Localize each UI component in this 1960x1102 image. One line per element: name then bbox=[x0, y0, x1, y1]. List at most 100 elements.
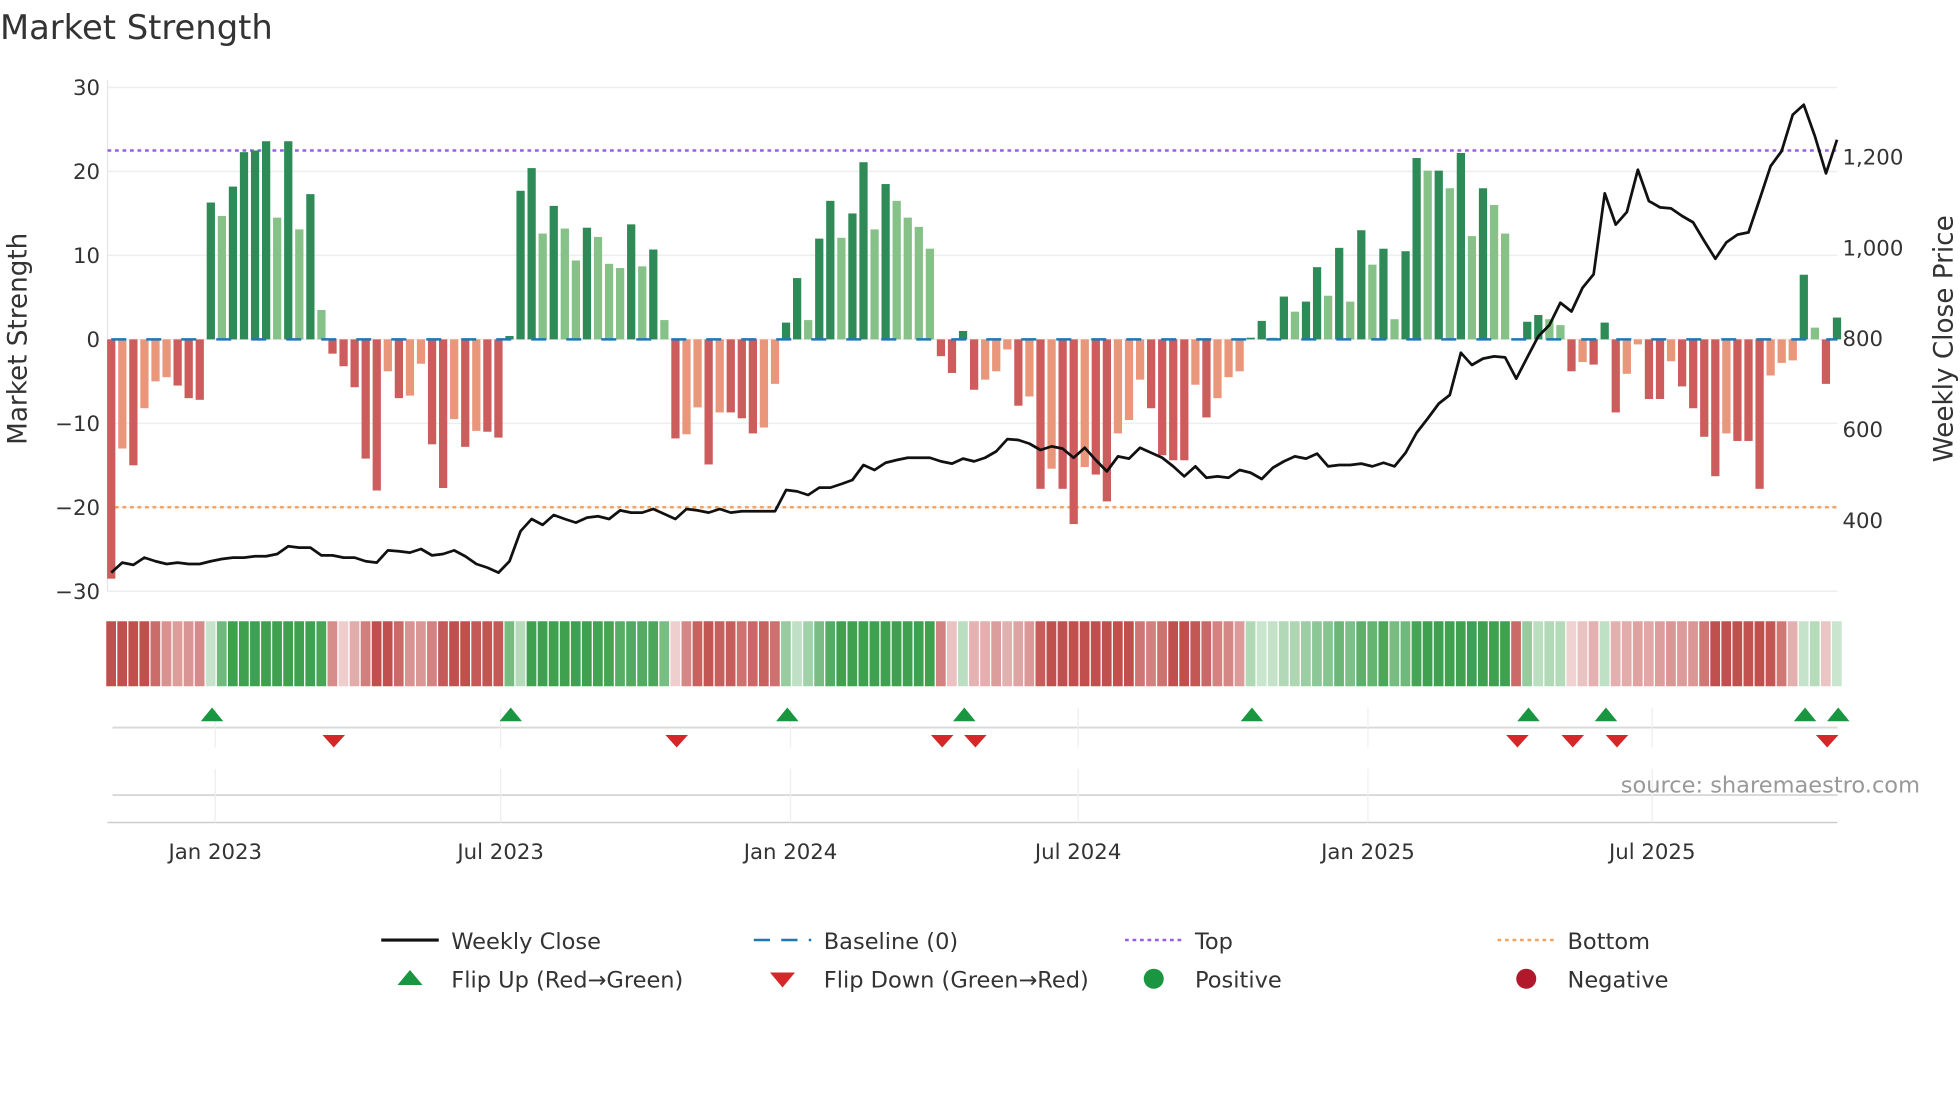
strength-strip-cell bbox=[858, 621, 869, 687]
strength-bar bbox=[394, 339, 403, 399]
strength-strip-cell bbox=[1776, 621, 1787, 687]
strength-bar bbox=[1678, 339, 1687, 387]
strength-strip-cell bbox=[980, 621, 990, 687]
strength-bar bbox=[1025, 339, 1034, 397]
x-tick-label: Jan 2025 bbox=[1319, 840, 1415, 865]
strength-bar bbox=[1478, 188, 1488, 340]
legend-positive-icon bbox=[1143, 968, 1164, 989]
strength-strip-cell bbox=[1245, 621, 1256, 687]
y-tick-label: 30 bbox=[73, 76, 100, 101]
strength-bar bbox=[903, 217, 912, 340]
strength-bar bbox=[317, 309, 326, 340]
strength-strip-cell bbox=[803, 621, 813, 687]
strength-strip-cell bbox=[836, 621, 847, 687]
strength-strip-cell bbox=[1168, 621, 1178, 687]
strength-strip-cell bbox=[449, 621, 459, 687]
strength-bar bbox=[815, 238, 824, 340]
strength-strip-cell bbox=[393, 621, 404, 687]
strength-strip-cell bbox=[1832, 621, 1842, 687]
strength-bar bbox=[936, 339, 946, 357]
y-tick-label: −20 bbox=[55, 496, 100, 521]
strength-strip-cell bbox=[1112, 621, 1123, 687]
strength-bar bbox=[1655, 339, 1665, 399]
strength-strip-cell bbox=[880, 621, 891, 687]
strength-strip-cell bbox=[504, 621, 515, 687]
strength-bar bbox=[206, 202, 215, 340]
strength-strip-cell bbox=[139, 621, 150, 687]
strength-bar bbox=[1290, 311, 1300, 340]
strength-bar bbox=[693, 339, 702, 408]
strength-bar bbox=[1379, 248, 1388, 340]
strength-bar bbox=[1622, 339, 1631, 374]
flip-down-marker bbox=[665, 735, 688, 748]
y2-tick-label: 600 bbox=[1843, 418, 1884, 443]
strength-strip-cell bbox=[692, 621, 703, 687]
strength-strip-cell bbox=[1057, 621, 1068, 687]
strength-bar bbox=[1246, 337, 1255, 340]
strength-bar bbox=[1556, 325, 1565, 340]
strength-strip-cell bbox=[106, 621, 116, 687]
strength-strip-cell bbox=[1256, 621, 1267, 687]
strength-strip-cell bbox=[1124, 621, 1134, 687]
strength-bar bbox=[671, 339, 680, 439]
strength-bar bbox=[1135, 339, 1145, 380]
strength-strip-cell bbox=[316, 621, 327, 687]
strength-bar bbox=[118, 339, 127, 449]
strength-bar bbox=[295, 229, 304, 340]
legend-flip-up-icon bbox=[397, 970, 423, 985]
strength-bar bbox=[427, 339, 437, 445]
strength-strip-cell bbox=[626, 621, 636, 687]
strength-strip-cell bbox=[1533, 621, 1544, 687]
strength-bar bbox=[1423, 170, 1432, 340]
flip-up-marker bbox=[1240, 707, 1264, 722]
strength-strip-cell bbox=[1334, 621, 1344, 687]
strength-strip-cell bbox=[1566, 621, 1577, 687]
strength-bar bbox=[262, 141, 271, 340]
strength-bar bbox=[328, 339, 337, 354]
y-tick-label: 20 bbox=[73, 160, 100, 185]
strength-strip-cell bbox=[205, 621, 216, 687]
strength-strip-cell bbox=[1068, 621, 1079, 687]
legend-label: Flip Down (Green→Red) bbox=[824, 968, 1089, 994]
strength-strip-cell bbox=[1444, 621, 1455, 687]
strength-bar bbox=[361, 339, 370, 459]
strength-bar bbox=[405, 339, 415, 396]
strength-strip-cell bbox=[250, 621, 260, 687]
strength-bar bbox=[1600, 322, 1609, 340]
strength-strip-cell bbox=[117, 621, 128, 687]
strength-bar bbox=[571, 260, 580, 340]
flip-up-marker bbox=[499, 707, 522, 722]
legend-label: Positive bbox=[1195, 968, 1282, 994]
strength-strip-cell bbox=[747, 621, 758, 687]
strength-strip-cell bbox=[1643, 621, 1654, 687]
legend-negative-icon bbox=[1516, 968, 1537, 989]
strength-bar bbox=[1578, 339, 1587, 363]
strength-bar bbox=[726, 339, 735, 413]
strength-strip-cell bbox=[438, 621, 448, 687]
x-tick-label: Jul 2025 bbox=[1607, 840, 1695, 865]
strength-bar bbox=[649, 249, 658, 340]
strength-strip-cell bbox=[581, 621, 592, 687]
strength-strip-cell bbox=[991, 621, 1001, 687]
strength-strip-cell bbox=[1024, 621, 1035, 687]
strength-bar bbox=[284, 141, 293, 340]
strength-strip-cell bbox=[1289, 621, 1300, 687]
strength-strip-cell bbox=[902, 621, 913, 687]
strength-strip-cell bbox=[659, 621, 670, 687]
strength-bar bbox=[992, 339, 1001, 372]
strength-bar bbox=[1523, 321, 1532, 340]
strength-bar bbox=[516, 190, 525, 340]
strength-bar bbox=[1611, 339, 1620, 413]
strength-strip-cell bbox=[1179, 621, 1190, 687]
strength-strip-cell bbox=[1212, 621, 1223, 687]
strength-strip-cell bbox=[460, 621, 470, 687]
strength-bar bbox=[162, 339, 171, 378]
strength-bar bbox=[616, 268, 625, 340]
strength-bar bbox=[195, 339, 204, 400]
market-strength-chart: Market Strength 30 20 10 0 −10 −20 −30 1,200 1,… bbox=[0, 8, 1960, 994]
x-tick-label: Jan 2023 bbox=[166, 840, 262, 865]
flip-down-marker bbox=[930, 735, 954, 748]
strength-bar bbox=[837, 237, 846, 340]
strength-bar bbox=[1169, 339, 1178, 461]
flip-down-marker bbox=[322, 735, 345, 748]
